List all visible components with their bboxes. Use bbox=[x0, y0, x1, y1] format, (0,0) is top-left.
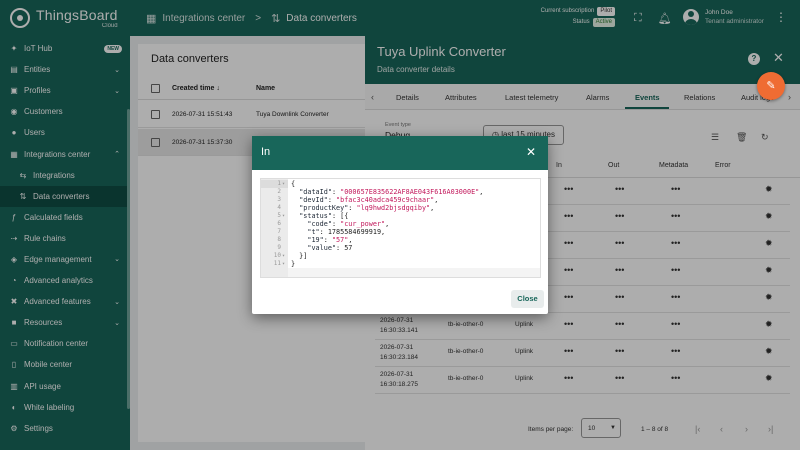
line-number: 8 bbox=[277, 236, 281, 243]
fold-toggle-icon[interactable]: ▾ bbox=[282, 212, 285, 220]
line-number: 6 bbox=[277, 220, 281, 227]
close-button[interactable]: Close bbox=[511, 290, 544, 308]
code-line: "dataId": "000657E835622AF8AE043F616A030… bbox=[299, 188, 484, 196]
code-line: "productKey": "lq9hwd2bjsdgqiby", bbox=[299, 204, 435, 212]
code-line: "status": [{ bbox=[299, 212, 349, 220]
fold-toggle-icon[interactable]: ▾ bbox=[282, 180, 285, 188]
in-dialog: In ✕ 1 ▾{2 "dataId": "000657E835622AF8AE0… bbox=[252, 136, 548, 314]
code-line: "19": "57", bbox=[307, 236, 353, 244]
fold-toggle-icon[interactable]: ▾ bbox=[282, 252, 285, 260]
line-number: 3 bbox=[277, 196, 281, 203]
line-number: 5 bbox=[277, 212, 281, 219]
fold-toggle-icon[interactable]: ▾ bbox=[282, 260, 285, 268]
dialog-header: In ✕ bbox=[252, 136, 548, 170]
json-code-editor[interactable]: 1 ▾{2 "dataId": "000657E835622AF8AE043F61… bbox=[260, 178, 541, 278]
close-icon[interactable]: ✕ bbox=[526, 145, 536, 159]
code-line: { bbox=[291, 180, 296, 188]
code-line: }] bbox=[291, 252, 308, 260]
pencil-icon: ✎ bbox=[766, 80, 776, 92]
code-line: } bbox=[291, 260, 296, 268]
code-line: "value": 57 bbox=[307, 244, 353, 252]
edit-fab-button[interactable]: ✎ bbox=[757, 72, 785, 100]
dialog-title: In bbox=[261, 146, 271, 158]
code-line: "devId": "bfac3c40adca459c9chaar", bbox=[299, 196, 439, 204]
line-number: 10 bbox=[273, 252, 281, 259]
line-number: 9 bbox=[277, 244, 281, 251]
code-line: "t": 1785584699919, bbox=[307, 228, 386, 236]
line-number: 11 bbox=[273, 260, 281, 267]
line-number: 2 bbox=[277, 188, 281, 195]
code-line: "code": "cur_power", bbox=[307, 220, 390, 228]
line-number: 7 bbox=[277, 228, 281, 235]
line-number: 4 bbox=[277, 204, 281, 211]
